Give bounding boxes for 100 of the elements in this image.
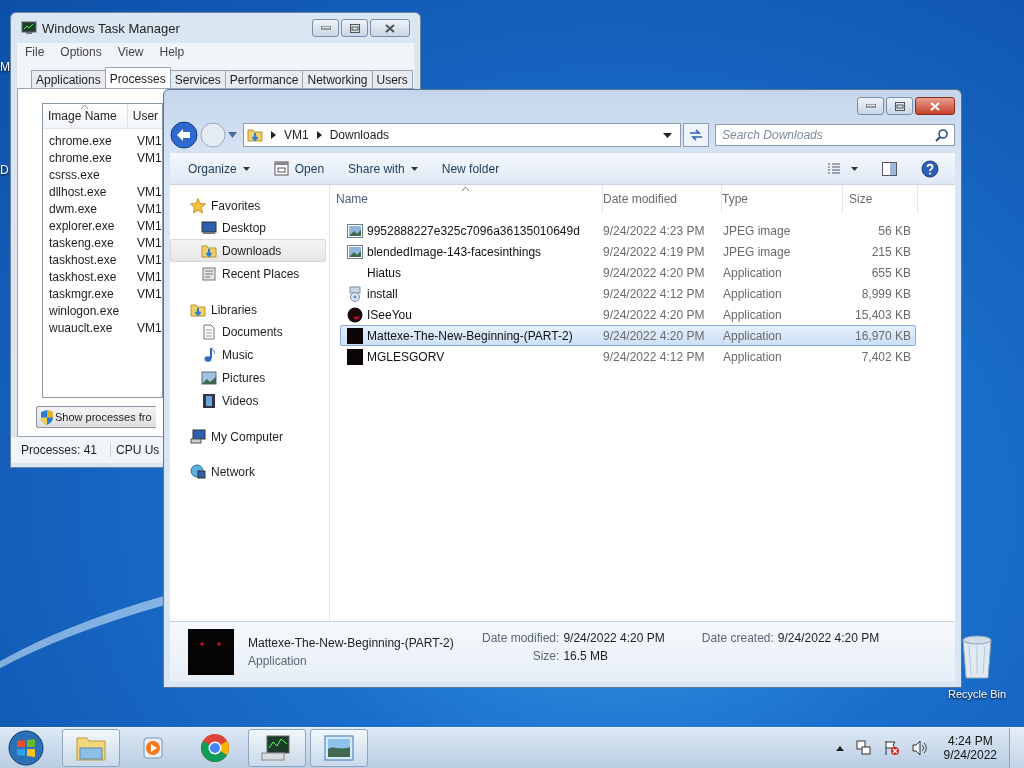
table-cell[interactable]: VM1	[137, 184, 162, 199]
file-row[interactable]: ISeeYou 9/24/2022 4:20 PM Application 15,403 KB	[340, 304, 916, 325]
folder-icon	[201, 242, 217, 259]
file-name: Mattexe-The-New-Beginning-(PART-2)	[248, 636, 455, 650]
nav-item[interactable]: Recent Places	[170, 262, 326, 285]
tab[interactable]: Applications	[31, 70, 106, 88]
tab[interactable]: Networking	[302, 70, 373, 88]
minimize-button[interactable]	[312, 19, 339, 37]
nav-group-label[interactable]: Libraries	[211, 302, 258, 317]
menu-item[interactable]: View	[109, 45, 152, 59]
taskbar-button[interactable]	[310, 729, 368, 767]
column-header[interactable]: Type	[722, 185, 843, 213]
menu-item[interactable]: Help	[151, 45, 193, 59]
menu-item[interactable]: File	[17, 45, 53, 59]
table-cell[interactable]: VM1	[137, 218, 162, 233]
property-value: 9/24/2022 4:20 PM	[777, 631, 880, 645]
tab[interactable]: Performance	[224, 70, 304, 88]
file-row[interactable]: install 9/24/2022 4:12 PM Application 8,999 KB	[340, 283, 916, 304]
table-cell[interactable]: taskhost.exe	[43, 252, 137, 267]
column-header[interactable]: User	[127, 104, 162, 128]
breadcrumb-item[interactable]: VM1	[284, 128, 309, 142]
toolbar-button[interactable]: Organize	[180, 157, 258, 180]
nav-group-label[interactable]: Favorites	[211, 198, 261, 213]
network-icon[interactable]	[855, 740, 872, 756]
nav-item[interactable]: Videos	[170, 389, 326, 412]
flag-error-icon[interactable]	[883, 740, 900, 756]
column-header[interactable]: Size	[843, 185, 918, 213]
globe-icon	[190, 463, 206, 480]
picture-icon	[324, 735, 354, 761]
back-button[interactable]	[170, 121, 198, 149]
file-type: Application	[723, 286, 783, 301]
table-cell[interactable]: chrome.exe	[43, 150, 137, 165]
document-icon	[201, 323, 217, 340]
tab[interactable]: Services	[169, 70, 226, 88]
file-size: 7,402 KB	[860, 349, 911, 364]
table-cell[interactable]: wuauclt.exe	[43, 320, 137, 335]
table-cell[interactable]: dwm.exe	[43, 201, 137, 216]
table-cell[interactable]: taskeng.exe	[43, 235, 137, 250]
recycle-bin-icon[interactable]	[960, 634, 994, 680]
table-cell[interactable]: taskhost.exe	[43, 269, 137, 284]
nav-item[interactable]: Documents	[170, 320, 326, 343]
window-title: Windows Task Manager	[42, 20, 180, 36]
nav-item[interactable]: Music	[170, 343, 326, 366]
table-cell[interactable]: winlogon.exe	[43, 303, 137, 318]
toolbar-button[interactable]: Open	[265, 157, 333, 180]
file-row[interactable]: MGLESGORV 9/24/2022 4:12 PM Application 7,402 KB	[340, 346, 916, 367]
menu-item[interactable]: Options	[52, 45, 110, 59]
taskbar-button[interactable]	[248, 729, 306, 767]
table-cell[interactable]: VM1	[137, 320, 162, 335]
column-header[interactable]: Date modified	[603, 185, 722, 213]
close-button[interactable]	[370, 19, 410, 37]
address-bar[interactable]: VM1 Downloads	[243, 123, 681, 147]
folder-icon	[247, 127, 263, 143]
table-cell[interactable]: VM1	[137, 201, 162, 216]
nav-group-label[interactable]: Network	[211, 464, 255, 479]
table-cell[interactable]: VM1	[137, 133, 162, 148]
column-header[interactable]: Image Name	[43, 104, 128, 128]
file-row[interactable]: Mattexe-The-New-Beginning-(PART-2) 9/24/2022 4:20 PM Application 16,970 KB	[340, 325, 916, 346]
maximize-button[interactable]	[341, 19, 368, 37]
close-button[interactable]	[915, 97, 955, 115]
table-cell[interactable]: explorer.exe	[43, 218, 137, 233]
tab[interactable]: Processes	[104, 67, 171, 88]
show-hidden-icons-icon[interactable]	[835, 745, 844, 751]
toolbar-button[interactable]: Share with	[340, 157, 426, 180]
table-cell[interactable]: VM1	[137, 252, 162, 267]
search-field[interactable]: Search Downloads	[715, 124, 955, 146]
refresh-button[interactable]	[683, 123, 709, 147]
clock[interactable]: 4:24 PM 9/24/2022	[935, 734, 1005, 762]
file-name: 9952888227e325c7096a36135010649d	[367, 223, 580, 238]
history-caret-icon[interactable]	[228, 132, 237, 138]
breadcrumb-item[interactable]: Downloads	[329, 128, 390, 142]
tab[interactable]: Users	[371, 70, 413, 88]
property-label: Size:	[531, 649, 560, 663]
speaker-icon[interactable]	[911, 740, 928, 756]
file-row[interactable]: Hiatus 9/24/2022 4:20 PM Application 655 KB	[340, 262, 916, 283]
column-header[interactable]: Name	[330, 185, 603, 213]
table-cell[interactable]: taskmgr.exe	[43, 286, 137, 301]
table-cell[interactable]: chrome.exe	[43, 133, 137, 148]
dropdown-caret-icon[interactable]	[663, 132, 672, 138]
date-modified: 9/24/2022 4:23 PM	[603, 223, 706, 238]
nav-item[interactable]: Pictures	[170, 366, 326, 389]
table-cell[interactable]: dllhost.exe	[43, 184, 137, 199]
table-cell[interactable]: csrss.exe	[43, 167, 137, 182]
file-row[interactable]: blendedImage-143-facesinthings 9/24/2022 4:19 PM JPEG image 215 KB	[340, 241, 916, 262]
file-type: Application	[723, 328, 783, 343]
picture-icon	[201, 369, 217, 386]
nav-item[interactable]: Downloads	[170, 239, 326, 262]
nav-group-label[interactable]: My Computer	[211, 429, 284, 444]
desktop-icon-label[interactable]: Recycle Bin	[947, 688, 1007, 700]
minimize-button[interactable]	[857, 97, 884, 115]
table-cell[interactable]: VM1	[137, 269, 162, 284]
table-cell[interactable]: VM1	[137, 286, 162, 301]
table-cell[interactable]: VM1	[137, 150, 162, 165]
list-view-icon	[828, 162, 858, 175]
show-processes-button[interactable]: Show processes fro	[36, 406, 156, 428]
toolbar-button[interactable]: New folder	[433, 157, 508, 180]
file-row[interactable]: 9952888227e325c7096a36135010649d 9/24/2022 4:23 PM JPEG image 56 KB	[340, 220, 916, 241]
nav-item[interactable]: Desktop	[170, 216, 326, 239]
table-cell[interactable]: VM1	[137, 235, 162, 250]
maximize-button[interactable]	[886, 97, 913, 115]
